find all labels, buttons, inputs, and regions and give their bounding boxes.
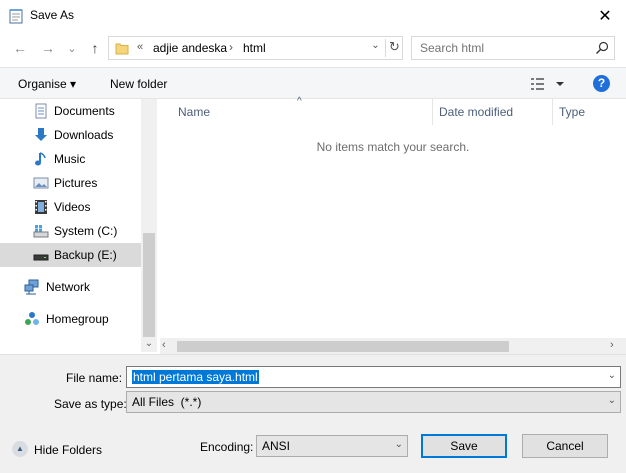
column-header-date-modified[interactable]: Date modified (439, 105, 513, 119)
chevron-down-icon: ⌄ (67, 42, 77, 55)
nav-item-music[interactable]: Music (0, 147, 141, 171)
save-as-type-select[interactable]: All Files (*.*) ⌄ (126, 391, 621, 413)
refresh-icon[interactable]: ↻ (385, 39, 403, 57)
nav-item-label: Videos (54, 200, 91, 214)
nav-item-system-c[interactable]: System (C:) (0, 219, 141, 243)
column-header-row: Name Date modified Type (160, 99, 626, 125)
save-as-type-label: Save as type: (54, 397, 127, 411)
file-name-label: File name: (66, 371, 123, 385)
nav-item-backup-e[interactable]: Backup (E:) (0, 243, 141, 267)
nav-item-label: Homegroup (46, 312, 109, 326)
file-name-field[interactable]: html pertama saya.html ⌄ (126, 366, 621, 388)
close-icon: ✕ (598, 8, 612, 25)
breadcrumb-adjie-andeska[interactable]: adjie andeska (153, 41, 227, 55)
window-title: Save As (30, 8, 75, 22)
nav-item-label: Downloads (54, 128, 114, 142)
nav-item-documents[interactable]: Documents (0, 99, 141, 123)
up-arrow-icon: ↑ (91, 40, 99, 56)
address-dropdown-icon[interactable]: ⌄ (365, 40, 385, 56)
chevron-up-icon: ▲ (12, 441, 28, 457)
folder-icon (115, 43, 129, 55)
scroll-right-icon[interactable]: › (610, 339, 614, 351)
homegroup-icon (25, 312, 39, 325)
encoding-label: Encoding: (200, 440, 254, 454)
column-header-type[interactable]: Type (559, 105, 585, 119)
file-name-value[interactable]: html pertama saya.html (132, 370, 259, 384)
nav-item-downloads[interactable]: Downloads (0, 123, 141, 147)
change-view-icon[interactable] (530, 76, 566, 92)
nav-item-videos[interactable]: Videos (0, 195, 141, 219)
encoding-select[interactable]: ANSI ⌄ (256, 435, 408, 457)
music-icon (35, 152, 46, 166)
documents-icon (35, 103, 47, 119)
address-bar[interactable]: « adjie andeska › html ⌄ ↻ (108, 36, 403, 60)
scroll-left-icon[interactable]: ‹ (162, 339, 166, 351)
nav-item-label: Pictures (54, 176, 98, 190)
hide-folders-label: Hide Folders (34, 443, 103, 457)
chevron-down-icon: ⌄ (394, 439, 403, 450)
nav-item-label: System (C:) (54, 224, 118, 238)
search-icon (596, 41, 609, 54)
chevron-down-icon: ⌄ (607, 395, 616, 406)
breadcrumb-separator[interactable]: › (229, 40, 233, 54)
recent-locations-button[interactable]: ⌄ (62, 38, 82, 58)
nav-item-label: Network (46, 280, 91, 294)
videos-icon (35, 200, 47, 214)
encoding-value: ANSI (262, 439, 291, 453)
help-icon[interactable]: ? (593, 75, 610, 92)
column-divider[interactable] (432, 99, 433, 125)
column-divider[interactable] (552, 99, 553, 125)
network-icon (24, 279, 39, 295)
search-input[interactable] (420, 41, 590, 55)
empty-folder-message: No items match your search. (316, 140, 470, 154)
nav-item-network[interactable]: Network (0, 275, 141, 299)
nav-scrollbar-thumb[interactable] (143, 233, 155, 337)
nav-item-label: Music (54, 152, 86, 166)
save-as-type-value: All Files (*.*) (132, 395, 202, 409)
downloads-icon (35, 128, 47, 141)
sort-ascending-icon: ^ (297, 96, 302, 107)
close-button[interactable]: ✕ (590, 4, 620, 28)
notepad-icon (9, 9, 23, 24)
command-toolbar: Organise ▾ New folder ? (0, 67, 626, 99)
horizontal-scrollbar-thumb[interactable] (177, 341, 509, 352)
chevron-down-icon[interactable]: ⌄ (608, 370, 616, 381)
back-button[interactable]: ← (10, 38, 30, 58)
up-button[interactable]: ↑ (85, 38, 105, 58)
forward-button[interactable]: → (38, 38, 58, 58)
nav-item-homegroup[interactable]: Homegroup (0, 307, 141, 331)
nav-item-pictures[interactable]: Pictures (0, 171, 141, 195)
pictures-icon (33, 177, 49, 189)
drive-icon (33, 254, 49, 261)
navigation-pane: Documents Downloads Music Pictures Video… (0, 99, 157, 352)
breadcrumb-html[interactable]: html (243, 41, 266, 55)
overflow-chevron[interactable]: « (137, 41, 143, 53)
organise-button[interactable]: Organise ▾ (18, 77, 76, 91)
column-header-name[interactable]: Name (178, 105, 210, 119)
drive-icon (33, 225, 49, 238)
back-arrow-icon: ← (13, 40, 27, 56)
nav-item-label: Documents (54, 104, 115, 118)
new-folder-button[interactable]: New folder (110, 77, 167, 91)
save-button[interactable]: Save (421, 434, 507, 458)
nav-item-label: Backup (E:) (54, 248, 117, 262)
scroll-down-icon[interactable]: ⌄ (141, 338, 157, 352)
title-bar: Save As ✕ (0, 0, 626, 32)
forward-arrow-icon: → (41, 40, 55, 56)
cancel-button[interactable]: Cancel (522, 434, 608, 458)
search-box[interactable] (411, 36, 615, 60)
